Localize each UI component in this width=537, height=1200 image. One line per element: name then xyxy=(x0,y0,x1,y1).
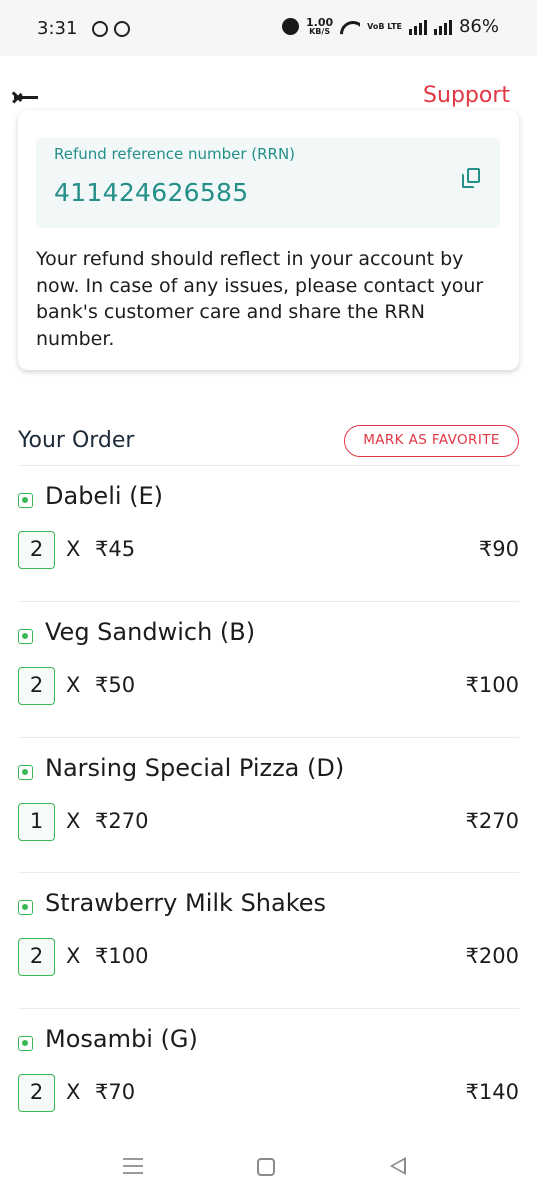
item-unit-price: ₹45 xyxy=(95,537,136,561)
whatsapp-icon xyxy=(92,21,108,37)
item-total: ₹200 xyxy=(465,944,519,968)
back-arrow-icon[interactable] xyxy=(12,83,42,111)
item-quantity: 2 xyxy=(18,938,55,976)
order-section-title: Your Order xyxy=(18,428,135,453)
item-quantity: 2 xyxy=(18,1074,55,1112)
check-circle-icon xyxy=(114,21,130,37)
veg-indicator-icon xyxy=(18,629,33,644)
order-item: Dabeli (E) 2 X ₹45 ₹90 xyxy=(0,465,537,601)
status-bar: 3:31 1.00 KB/S VoB LTE 86% xyxy=(0,0,537,56)
multiply-sign: X xyxy=(66,537,81,561)
veg-indicator-icon xyxy=(18,1036,33,1051)
multiply-sign: X xyxy=(66,944,81,968)
veg-indicator-icon xyxy=(18,900,33,915)
order-item: Narsing Special Pizza (D) 1 X ₹270 ₹270 xyxy=(0,737,537,873)
item-name: Narsing Special Pizza (D) xyxy=(45,754,345,782)
home-icon[interactable] xyxy=(257,1158,275,1176)
item-unit-price: ₹100 xyxy=(95,944,149,968)
order-item: Strawberry Milk Shakes 2 X ₹100 ₹200 xyxy=(0,872,537,1008)
veg-indicator-icon xyxy=(18,493,33,508)
item-unit-price: ₹70 xyxy=(95,1080,136,1104)
volte-label: VoB LTE xyxy=(367,21,402,31)
mark-as-favorite-button[interactable]: MARK AS FAVORITE xyxy=(344,425,519,457)
wifi-icon xyxy=(340,19,360,35)
rrn-value: 411424626585 xyxy=(54,178,249,207)
item-total: ₹90 xyxy=(478,537,519,561)
notification-icons xyxy=(92,21,130,37)
order-item: Mosambi (G) 2 X ₹70 ₹140 xyxy=(0,1008,537,1144)
item-quantity: 2 xyxy=(18,531,55,569)
recent-apps-icon[interactable] xyxy=(123,1158,143,1174)
back-triangle-icon[interactable] xyxy=(390,1157,406,1175)
item-name: Veg Sandwich (B) xyxy=(45,618,256,646)
rrn-box: Refund reference number (RRN) 4114246265… xyxy=(36,138,500,228)
multiply-sign: X xyxy=(66,1080,81,1104)
signal-icon xyxy=(433,19,452,35)
item-total: ₹100 xyxy=(465,673,519,697)
speed-unit: KB/S xyxy=(309,26,331,36)
rrn-label: Refund reference number (RRN) xyxy=(54,145,296,163)
network-speed: 1.00 KB/S xyxy=(306,15,334,36)
item-name: Mosambi (G) xyxy=(45,1025,198,1053)
copy-icon[interactable] xyxy=(462,168,480,188)
multiply-sign: X xyxy=(66,809,81,833)
item-total: ₹140 xyxy=(465,1080,519,1104)
refund-card: Refund reference number (RRN) 4114246265… xyxy=(18,110,519,370)
speed-value: 1.00 xyxy=(306,15,334,29)
status-time: 3:31 xyxy=(37,18,78,39)
multiply-sign: X xyxy=(66,673,81,697)
item-name: Strawberry Milk Shakes xyxy=(45,889,327,917)
item-unit-price: ₹50 xyxy=(95,673,136,697)
battery-level: 86% xyxy=(458,16,499,37)
item-unit-price: ₹270 xyxy=(95,809,149,833)
item-quantity: 1 xyxy=(18,803,55,841)
refund-message: Your refund should reflect in your accou… xyxy=(36,248,484,350)
veg-indicator-icon xyxy=(18,765,33,780)
system-navigation-bar xyxy=(0,1136,537,1200)
order-item: Veg Sandwich (B) 2 X ₹50 ₹100 xyxy=(0,601,537,737)
item-total: ₹270 xyxy=(465,809,519,833)
item-name: Dabeli (E) xyxy=(45,482,164,510)
status-right-icons: 1.00 KB/S VoB LTE 86% xyxy=(282,16,499,37)
signal-icon xyxy=(408,19,427,35)
alarm-icon xyxy=(282,18,300,35)
item-quantity: 2 xyxy=(18,667,55,705)
support-link[interactable]: Support xyxy=(423,83,510,108)
